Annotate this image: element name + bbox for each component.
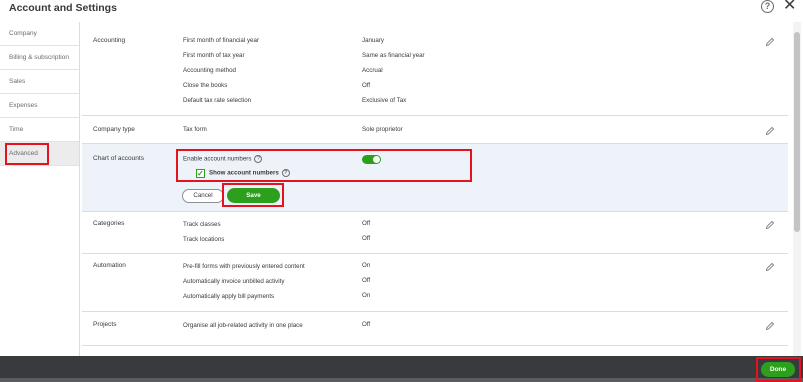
settings-page: Account and Settings ? ✕ Company Billing… (0, 0, 803, 382)
pencil-icon[interactable] (765, 37, 775, 47)
row-label: Track locations (183, 236, 225, 243)
section-company-type: Company type Tax form Sole proprietor (82, 116, 788, 144)
row-value: On (362, 292, 371, 299)
help-icon[interactable]: ? (761, 0, 774, 13)
row-label: Accounting method (183, 67, 236, 74)
close-icon[interactable]: ✕ (783, 0, 796, 14)
row-label: Tax form (183, 126, 207, 133)
section-label: Accounting (93, 37, 126, 44)
row-value: Off (362, 235, 371, 242)
row-value: Off (362, 321, 371, 328)
section-label: Company type (93, 126, 135, 133)
settings-sidebar: Company Billing & subscription Sales Exp… (0, 22, 80, 356)
row-label: Close the books (183, 82, 228, 89)
taskbar-strip (0, 378, 803, 382)
sidebar-item-company[interactable]: Company (0, 22, 79, 46)
pencil-icon[interactable] (765, 262, 775, 272)
settings-content: Accounting First month of financial year… (82, 22, 788, 356)
row-value: Exclusive of Tax (362, 97, 407, 104)
row-value: January (362, 37, 385, 44)
highlight-box-done (756, 357, 801, 382)
row-label: Pre-fill forms with previously entered c… (183, 263, 305, 270)
highlight-box-enable (176, 149, 472, 182)
pencil-icon[interactable] (765, 220, 775, 230)
pencil-icon[interactable] (765, 321, 775, 331)
cancel-button[interactable]: Cancel (182, 189, 224, 203)
section-label: Automation (93, 262, 126, 269)
sidebar-item-expenses[interactable]: Expenses (0, 94, 79, 118)
sidebar-item-billing[interactable]: Billing & subscription (0, 46, 79, 70)
row-label: First month of tax year (183, 52, 245, 59)
page-title: Account and Settings (9, 2, 117, 14)
sidebar-item-time[interactable]: Time (0, 118, 79, 142)
header: Account and Settings ? ✕ (0, 0, 803, 20)
row-value: Off (362, 220, 371, 227)
section-chart-of-accounts: Chart of accounts Enable account numbers… (82, 144, 788, 212)
sidebar-item-sales[interactable]: Sales (0, 70, 79, 94)
footer-bar: Done (0, 356, 803, 382)
row-label: Organise all job-related activity in one… (183, 322, 303, 329)
row-label: Automatically invoice unbilled activity (183, 278, 285, 285)
section-projects: Projects Organise all job-related activi… (82, 312, 788, 346)
scrollbar[interactable] (793, 22, 801, 356)
save-button[interactable]: Save (227, 188, 280, 203)
row-value: Same as financial year (362, 52, 425, 59)
section-automation: Automation Pre-fill forms with previousl… (82, 254, 788, 312)
row-label: First month of financial year (183, 37, 259, 44)
section-accounting: Accounting First month of financial year… (82, 22, 788, 116)
section-label: Chart of accounts (93, 155, 144, 162)
highlight-box-advanced (5, 143, 49, 165)
section-label: Projects (93, 321, 117, 328)
row-value: Sole proprietor (362, 126, 403, 133)
row-label: Default tax rate selection (183, 97, 252, 104)
scroll-thumb[interactable] (794, 32, 800, 232)
row-value: On (362, 262, 371, 269)
row-value: Accrual (362, 67, 383, 74)
section-label: Categories (93, 220, 125, 227)
row-value: Off (362, 277, 371, 284)
pencil-icon[interactable] (765, 126, 775, 136)
row-label: Automatically apply bill payments (183, 293, 275, 300)
section-categories: Categories Track classes Off Track locat… (82, 212, 788, 254)
row-label: Track classes (183, 221, 221, 228)
row-value: Off (362, 82, 371, 89)
